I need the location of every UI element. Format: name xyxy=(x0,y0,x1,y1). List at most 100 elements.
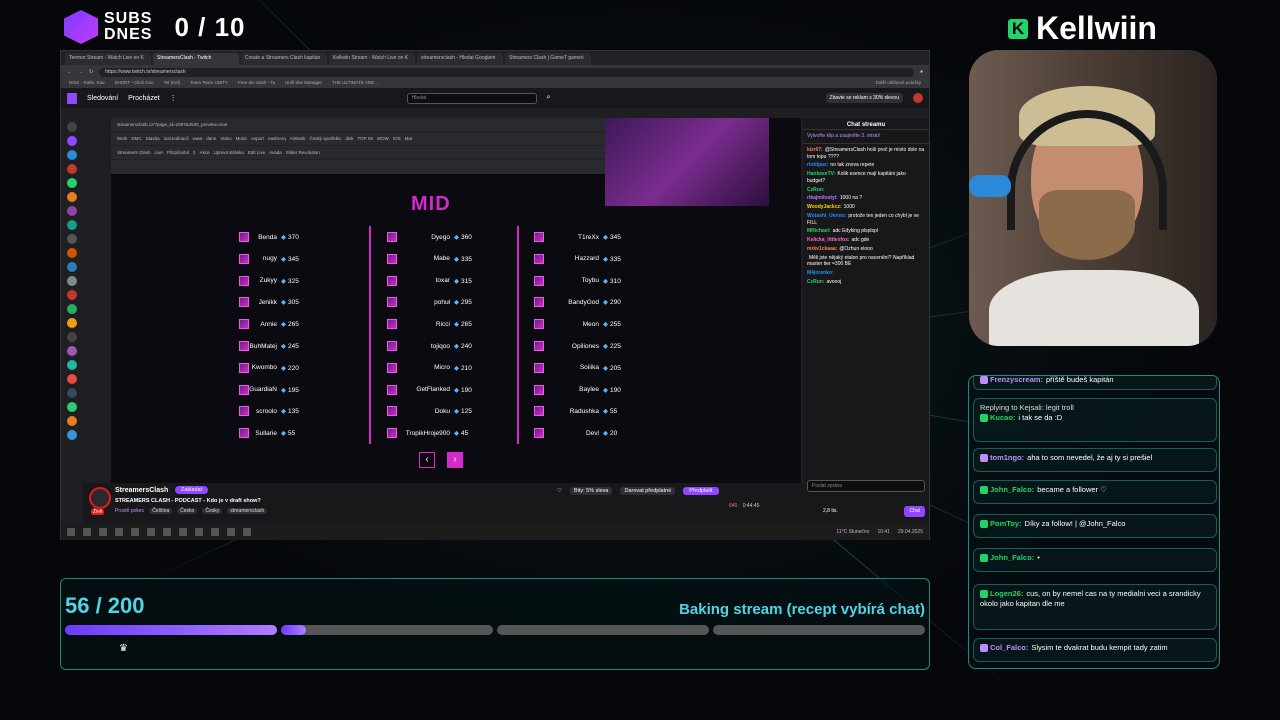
chat-username[interactable]: mrkv1ckaaa: xyxy=(807,246,837,252)
sidebar-channel-avatar[interactable] xyxy=(67,430,77,440)
sidebar-channel-avatar[interactable] xyxy=(67,248,77,258)
stream-tag[interactable]: Čeština xyxy=(149,508,173,514)
browser-tab[interactable]: Create a Streamers Clash kapitán xyxy=(241,53,327,65)
sidebar-channel-avatar[interactable] xyxy=(67,304,77,314)
inner-bookmark[interactable]: Mat xyxy=(405,136,413,141)
inner-toolbar-item[interactable]: Akce xyxy=(200,150,210,155)
inner-toolbar-item[interactable]: Live xyxy=(155,150,163,155)
chat-username[interactable]: CzRun: xyxy=(807,187,825,193)
inner-bookmark[interactable]: Český spotřebic xyxy=(309,136,341,141)
chat-username[interactable]: John_Falco: xyxy=(990,553,1034,562)
sidebar-channel-avatar[interactable] xyxy=(67,178,77,188)
inner-toolbar-item[interactable]: Avada xyxy=(269,150,282,155)
inner-toolbar-item[interactable]: Streamers Clash xyxy=(117,150,151,155)
sidebar-channel-avatar[interactable] xyxy=(67,346,77,356)
heart-icon[interactable]: ♡ xyxy=(557,488,562,494)
inner-bookmark[interactable]: disk xyxy=(345,136,353,141)
spotify-icon[interactable] xyxy=(179,528,187,536)
inner-bookmark[interactable]: Stavba xyxy=(146,136,160,141)
twitch-logo-icon[interactable] xyxy=(67,92,77,104)
inner-toolbar-item[interactable]: Slider Revolution xyxy=(286,150,320,155)
chat-username[interactable]: kizr07: xyxy=(807,147,823,153)
sidebar-channel-avatar[interactable] xyxy=(67,360,77,370)
inner-bookmark[interactable]: AirBank xyxy=(290,136,306,141)
search-icon[interactable]: ⌕ xyxy=(547,94,551,102)
chat-send-button[interactable]: Chat xyxy=(904,506,925,517)
inner-toolbar-item[interactable]: Upravit stránku xyxy=(214,150,244,155)
other-bookmarks[interactable]: Další oblíbené položky xyxy=(876,80,921,87)
twitch-icon[interactable] xyxy=(211,528,219,536)
sidebar-channel-avatar[interactable] xyxy=(67,262,77,272)
inner-bookmark[interactable]: dane xyxy=(206,136,216,141)
sidebar-channel-avatar[interactable] xyxy=(67,122,77,132)
bookmark-item[interactable]: Free elo clash - Ta xyxy=(238,80,275,87)
gift-sub-button[interactable]: Darovat předplatné xyxy=(620,487,676,495)
channel-name[interactable]: StreamersClash xyxy=(115,487,168,494)
sidebar-channel-avatar[interactable] xyxy=(67,388,77,398)
inner-toolbar-item[interactable]: Edit Live xyxy=(248,150,265,155)
inner-bookmark[interactable]: IOS xyxy=(393,136,401,141)
nav-following[interactable]: Sledování xyxy=(87,95,118,102)
settings-icon[interactable] xyxy=(227,528,235,536)
chat-username[interactable]: Frenzyscream: xyxy=(990,376,1043,384)
inner-bookmark[interactable]: www xyxy=(192,136,202,141)
stream-player[interactable]: streamersclash.cz/?page_id=2397&3530_pre… xyxy=(111,118,801,518)
chat-username[interactable]: tom1ngo: xyxy=(990,453,1024,462)
stream-tag[interactable]: streamersclash xyxy=(227,508,268,514)
obs-icon[interactable] xyxy=(163,528,171,536)
chat-username[interactable]: Wotashi_Uenno: xyxy=(807,213,846,219)
chat-username[interactable]: rikajmilostyi: xyxy=(807,195,838,201)
chat-input[interactable]: Poslat zprávu xyxy=(807,480,925,492)
sidebar-channel-avatar[interactable] xyxy=(67,416,77,426)
inner-bookmark[interactable]: nadmorq xyxy=(268,136,286,141)
browser-tab[interactable]: Kellwiin Stream - Watch Live on K xyxy=(329,53,415,65)
sidebar-channel-avatar[interactable] xyxy=(67,136,77,146)
browser-tab[interactable]: streamersclash - Hledat Googlem xyxy=(417,53,503,65)
bookmark-item[interactable]: SHORT - Click Goo xyxy=(115,80,154,87)
stream-tag[interactable]: Česko xyxy=(177,508,198,514)
chat-username[interactable]: Kelicka_littlexfox: xyxy=(807,237,850,243)
back-icon[interactable]: ← xyxy=(67,69,72,75)
bookmark-item[interactable]: Team Team UNITY xyxy=(190,80,228,87)
browser-tab[interactable]: Streamers Clash | GameT gameri xyxy=(505,53,591,65)
sidebar-channel-avatar[interactable] xyxy=(67,318,77,328)
chat-username[interactable]: rlotdpax: xyxy=(807,162,828,168)
sidebar-channel-avatar[interactable] xyxy=(67,234,77,244)
sidebar-channel-avatar[interactable] xyxy=(67,164,77,174)
next-page-button[interactable]: › xyxy=(447,452,463,468)
subscribe-button[interactable]: Předplatit xyxy=(683,487,719,495)
chat-username[interactable]: CzRun: xyxy=(807,279,825,285)
inner-bookmark[interactable]: DMC xyxy=(131,136,141,141)
sidebar-channel-avatar[interactable] xyxy=(67,332,77,342)
search-icon[interactable] xyxy=(83,528,91,536)
inner-bookmark[interactable]: export xyxy=(251,136,264,141)
inner-toolbar-item[interactable]: 0 xyxy=(193,150,196,155)
steam-icon[interactable] xyxy=(195,528,203,536)
forward-icon[interactable]: → xyxy=(78,69,83,75)
channel-avatar[interactable] xyxy=(89,487,111,509)
bookmark-item[interactable]: Unifi Site Manager xyxy=(285,80,322,87)
chat-username[interactable]: Kucao: xyxy=(990,413,1015,422)
follow-button[interactable]: Zakladat xyxy=(175,486,209,494)
inner-toolbar-item[interactable]: Přizpůsobit xyxy=(167,150,189,155)
inner-bookmark[interactable]: Iza/Jedinacil xyxy=(164,136,189,141)
taskview-icon[interactable] xyxy=(99,528,107,536)
ad-free-button[interactable]: Zbavte se reklam s 30% slevou xyxy=(825,93,903,103)
sidebar-channel-avatar[interactable] xyxy=(67,290,77,300)
more-icon[interactable]: ⋮ xyxy=(170,94,177,102)
sidebar-channel-avatar[interactable] xyxy=(67,192,77,202)
inner-bookmark[interactable]: Work xyxy=(117,136,127,141)
chat-username[interactable]: MRichael: xyxy=(807,228,831,234)
chat-username[interactable]: M4jorenko: xyxy=(807,270,834,276)
inner-bookmark[interactable]: TOP 09 xyxy=(358,136,373,141)
reload-icon[interactable]: ↻ xyxy=(89,69,93,75)
chrome-icon[interactable] xyxy=(115,528,123,536)
sidebar-channel-avatar[interactable] xyxy=(67,150,77,160)
inner-bookmark[interactable]: Music xyxy=(236,136,248,141)
bookmark-item[interactable]: DISK - Rafie, Kau xyxy=(69,80,105,87)
search-input[interactable]: Hledat xyxy=(406,92,537,104)
inner-bookmark[interactable]: WOW xyxy=(377,136,389,141)
url-field[interactable]: https://www.twitch.tv/streamersclash xyxy=(99,67,914,77)
sidebar-channel-avatar[interactable] xyxy=(67,374,77,384)
sidebar-channel-avatar[interactable] xyxy=(67,206,77,216)
